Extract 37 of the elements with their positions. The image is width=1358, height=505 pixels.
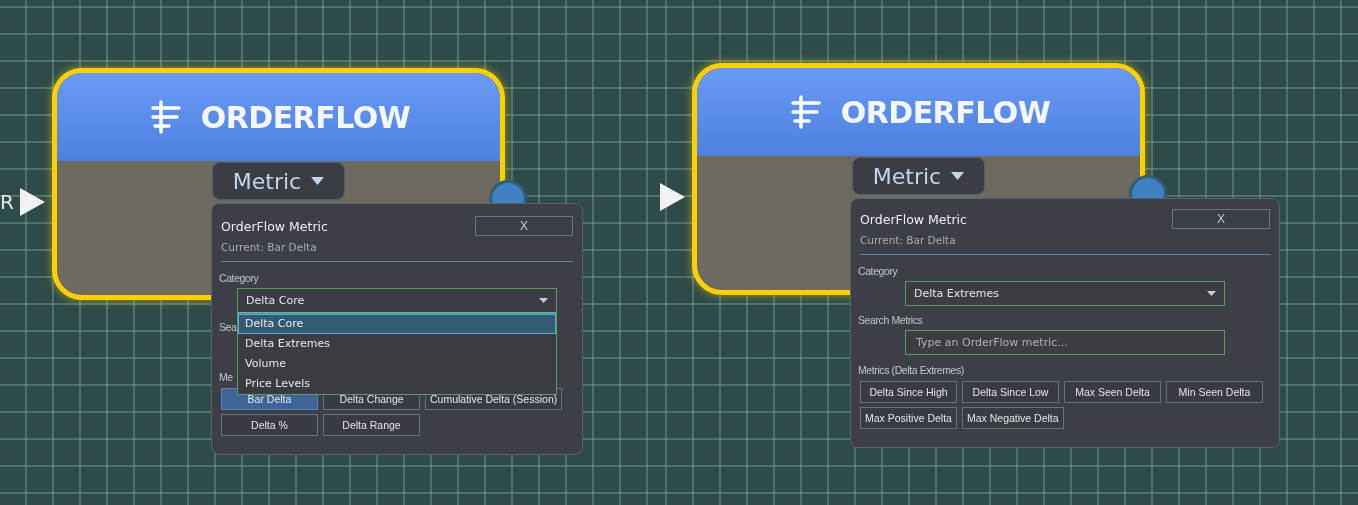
category-label: Category xyxy=(858,265,898,277)
dropdown-option[interactable]: Volume xyxy=(238,354,556,374)
node-title: ORDERFLOW xyxy=(840,94,1051,130)
input-port-icon[interactable] xyxy=(20,188,45,216)
metric-button[interactable]: Delta % xyxy=(221,414,318,436)
category-dropdown[interactable]: Delta Extremes xyxy=(905,281,1225,306)
caret-icon xyxy=(539,298,548,303)
category-label: Category xyxy=(219,272,259,284)
metric-button[interactable]: Min Seen Delta xyxy=(1166,381,1263,403)
search-label: Sea xyxy=(219,321,237,333)
category-dropdown[interactable]: Delta Core xyxy=(237,288,557,313)
dropdown-option[interactable]: Delta Core xyxy=(238,314,556,334)
close-button[interactable]: X xyxy=(475,216,573,236)
caret-icon xyxy=(951,172,965,180)
popup-title: OrderFlow Metric xyxy=(860,211,967,227)
input-port-icon[interactable] xyxy=(660,183,685,211)
metric-button[interactable]: Delta Since Low xyxy=(962,381,1059,403)
caret-icon xyxy=(1207,291,1216,296)
metric-button[interactable]: Max Positive Delta xyxy=(860,407,957,429)
port-label: R xyxy=(0,190,14,214)
dropdown-option[interactable]: Delta Extremes xyxy=(238,334,556,354)
search-label: Search Metrics xyxy=(858,314,923,326)
node-title: ORDERFLOW xyxy=(200,99,411,135)
metric-button[interactable]: Delta Since High xyxy=(860,381,957,403)
close-button[interactable]: X xyxy=(1172,209,1270,229)
caret-icon xyxy=(311,177,325,185)
current-metric-text: Current: Bar Delta xyxy=(221,241,318,253)
metrics-label: Me xyxy=(219,371,233,383)
popup-title: OrderFlow Metric xyxy=(221,218,328,234)
metric-selector[interactable]: Metric xyxy=(852,157,985,195)
current-metric-text: Current: Bar Delta xyxy=(860,234,957,246)
metric-button[interactable]: Max Negative Delta xyxy=(962,407,1064,429)
metric-button[interactable]: Delta Range xyxy=(323,414,420,436)
metrics-label: Metrics (Delta Extremes) xyxy=(858,364,964,376)
metric-button[interactable]: Max Seen Delta xyxy=(1064,381,1161,403)
metric-selector[interactable]: Metric xyxy=(212,162,345,200)
search-field[interactable]: Type an OrderFlow metric... xyxy=(905,330,1225,355)
